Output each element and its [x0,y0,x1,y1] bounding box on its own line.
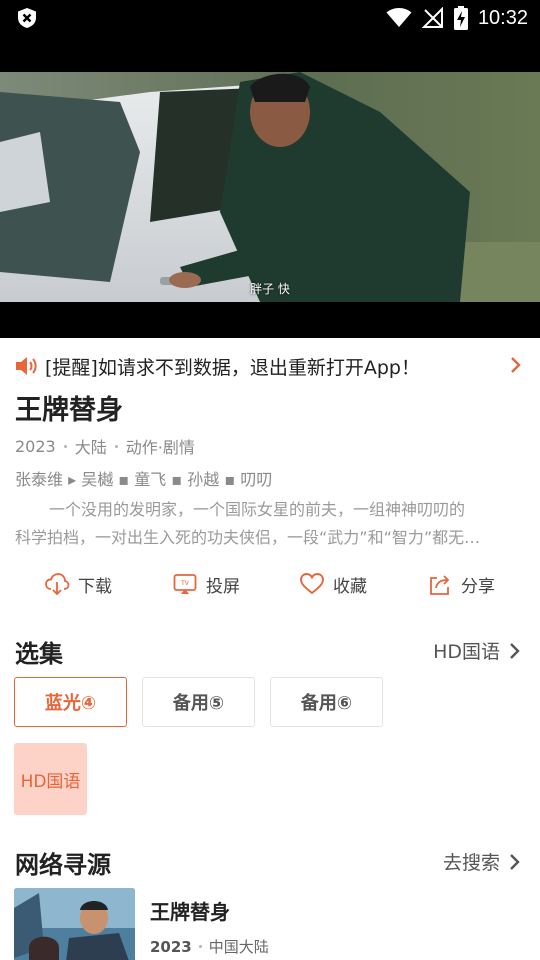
source-chip[interactable]: HD国语 [14,743,87,815]
share-icon [430,575,450,595]
result-year: 2023 [150,937,192,956]
network-section-title: 网络寻源 [15,851,111,879]
episode-item[interactable]: 备用⑤ [142,677,255,727]
result-region: 中国大陆 [208,938,269,956]
separator-dot [114,444,118,448]
action-bar: 下载 TV 投屏 收藏 分享 [0,564,540,604]
poster-image [14,888,135,960]
svg-text:TV: TV [180,580,190,587]
video-frame [0,72,540,302]
chevron-right-icon [510,642,520,659]
episodes-source-label: HD国语 [433,641,500,663]
notice-bar[interactable]: [提醒]如请求不到数据，退出重新打开App！ [0,338,540,394]
wifi-icon [386,8,412,27]
download-icon [45,573,70,596]
separator-dot [198,945,202,948]
share-label: 分享 [461,576,495,597]
description-line-2: 科学拍档，一对出生入死的功夫侠侣，一段“武力”和“智力”都无… [15,528,481,547]
video-player[interactable]: 胖子 快 [0,36,540,338]
notice-text: [提醒]如请求不到数据，退出重新打开App！ [45,357,420,379]
battery-charging-icon [453,6,468,30]
cast-button[interactable]: TV 投屏 [172,564,240,604]
result-title: 王牌替身 [150,900,230,924]
result-meta: 2023 中国大陆 [150,936,269,957]
status-right: 10:32 [386,0,528,36]
movie-genre: 动作·剧情 [125,438,195,457]
chevron-right-icon [510,853,520,870]
video-subtitle: 胖子 快 [250,282,290,296]
download-label: 下载 [78,576,112,597]
shield-close-icon [18,8,36,28]
search-result-item[interactable]: 王牌替身 2023 中国大陆 [14,888,526,960]
heart-icon [300,573,324,595]
cast-label: 投屏 [206,576,240,597]
clock-time: 10:32 [477,6,528,29]
episode-list: 蓝光④ 备用⑤ 备用⑥ [14,677,383,727]
chevron-right-icon[interactable] [510,356,522,374]
favorite-button[interactable]: 收藏 [299,564,367,604]
movie-meta: 2023 大陆 动作·剧情 [15,434,195,458]
episode-item[interactable]: 备用⑥ [270,677,383,727]
movie-region: 大陆 [74,438,107,457]
status-bar: 10:32 [0,0,540,36]
favorite-label: 收藏 [333,576,367,597]
episode-item-selected[interactable]: 蓝光④ [14,677,127,727]
movie-description[interactable]: 一个没用的发明家，一个国际女星的前夫，一组神神叨叨的 科学拍档，一对出生入死的功… [15,496,527,552]
movie-cast: 张泰维 ▸ 吴樾 ▪ 童飞 ▪ 孙越 ▪ 叨叨 [15,470,273,489]
search-link[interactable]: 去搜索 [443,848,522,875]
movie-year: 2023 [15,436,56,456]
share-button[interactable]: 分享 [427,564,495,604]
episodes-source-link[interactable]: HD国语 [433,637,522,664]
description-line-1: 一个没用的发明家，一个国际女星的前夫，一组神神叨叨的 [49,500,466,519]
no-signal-icon [421,7,443,28]
cast-icon: TV [173,574,197,594]
speaker-icon [16,357,37,375]
download-button[interactable]: 下载 [44,564,112,604]
separator-dot [63,444,67,448]
episodes-section-title: 选集 [15,640,63,668]
movie-title: 王牌替身 [15,395,123,426]
search-link-label: 去搜索 [442,852,500,874]
